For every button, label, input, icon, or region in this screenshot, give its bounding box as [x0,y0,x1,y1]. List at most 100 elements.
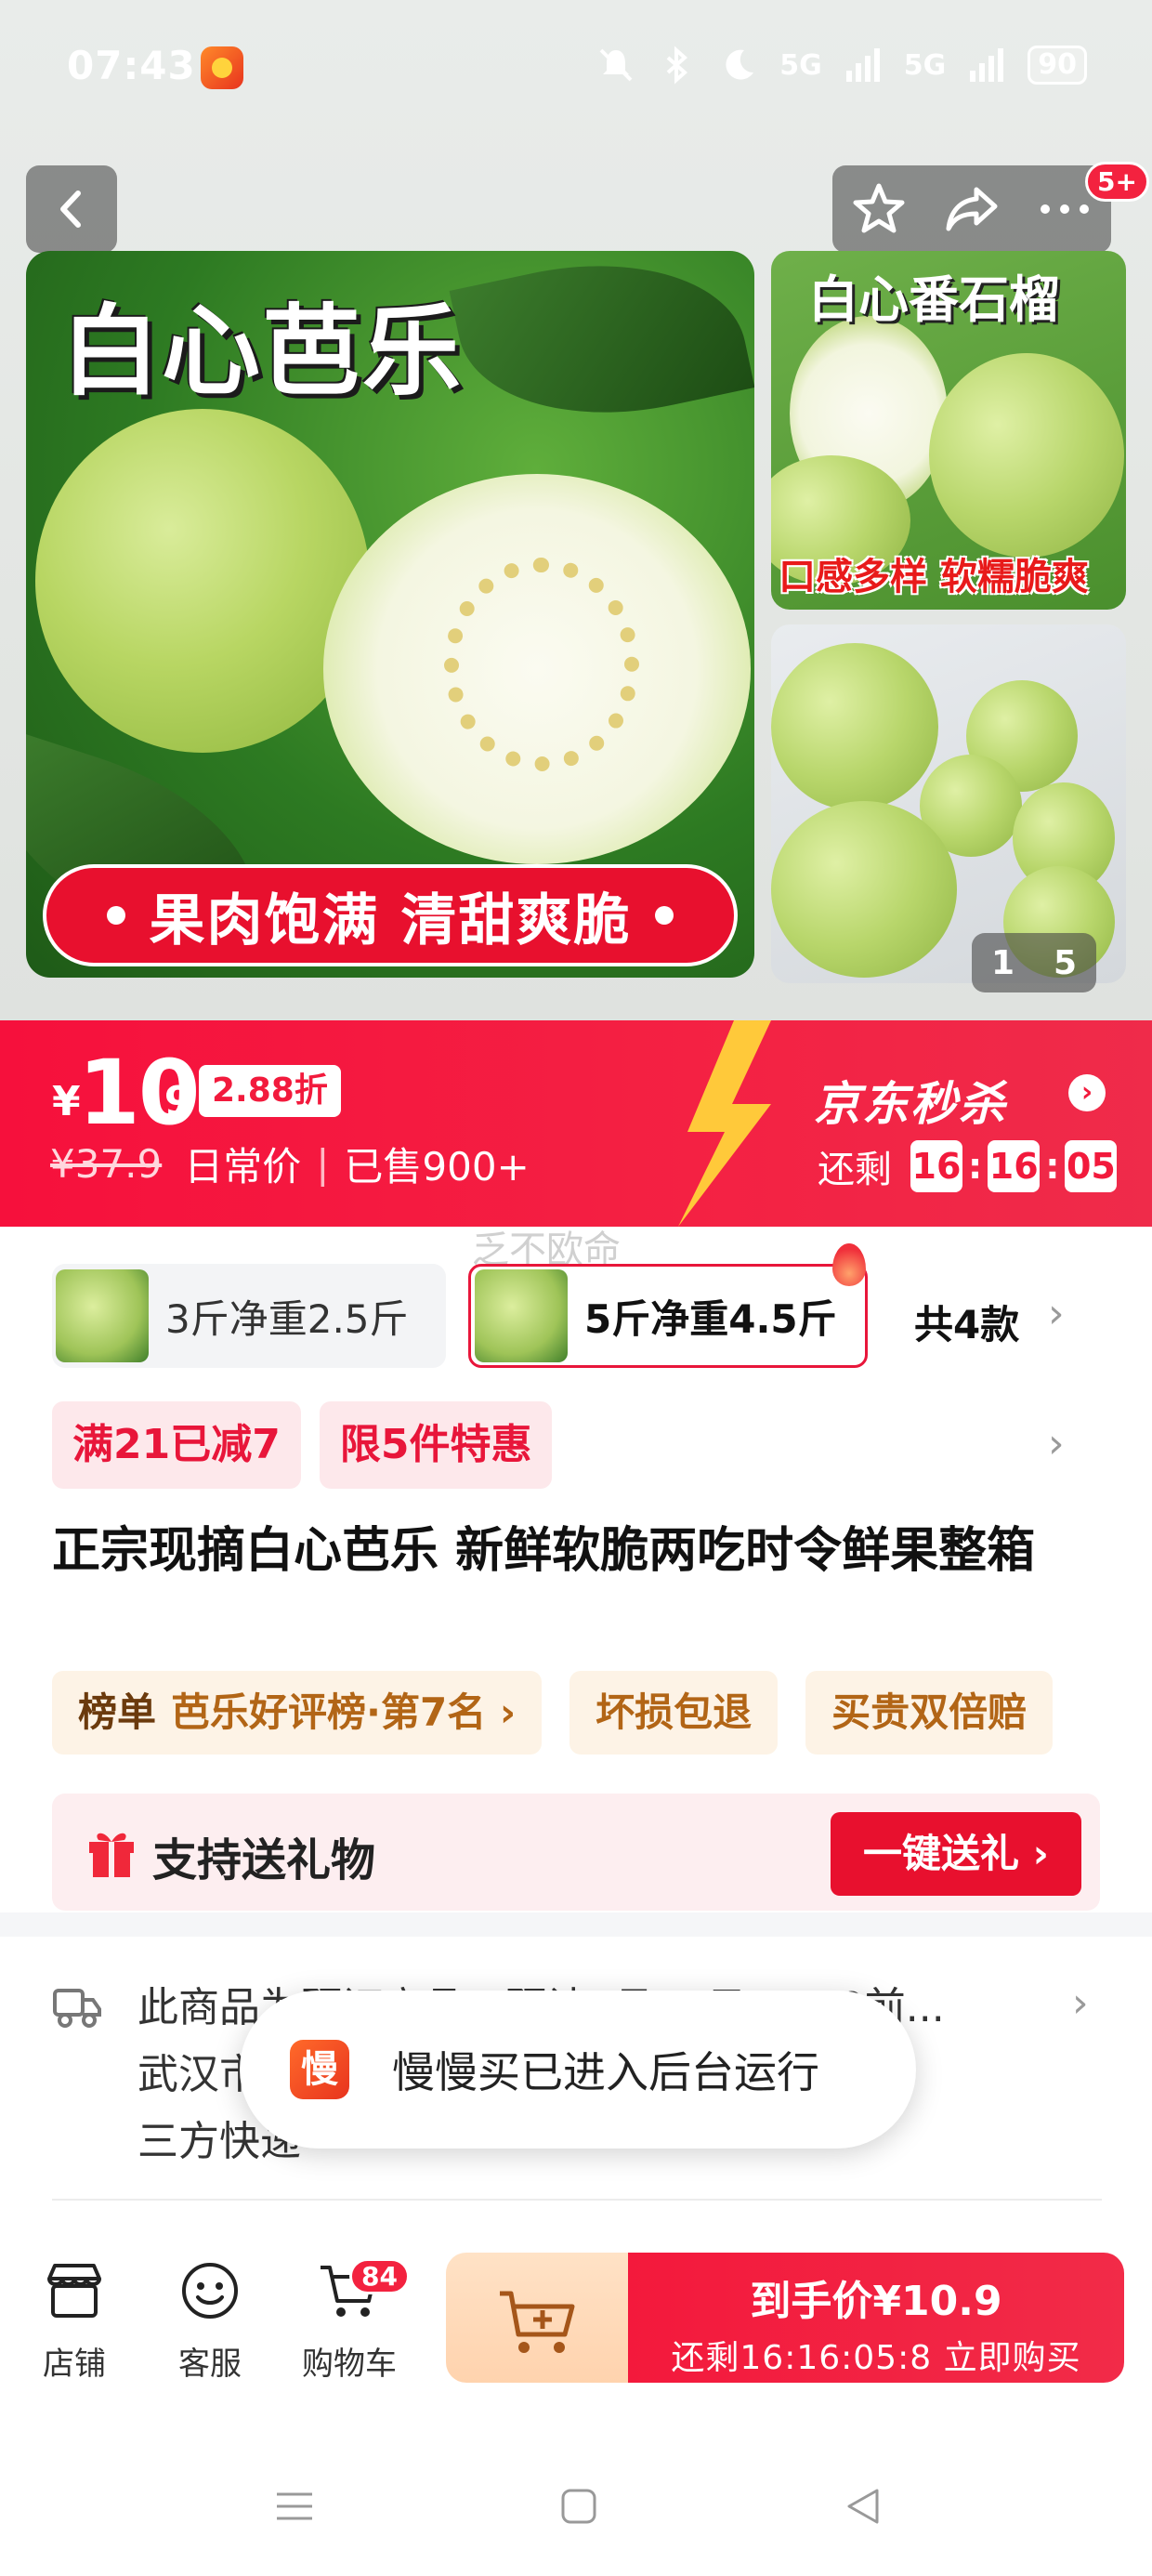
banner-dot [106,906,125,925]
back-button[interactable] [26,165,117,253]
sold-count: 已售900+ [344,1144,530,1189]
main-product-image[interactable]: 白心芭乐 果肉饱满 清甜爽脆 [26,251,754,978]
price-decimal: .9 [149,1078,193,1125]
product-gallery: 07:43 5G 5G 90 5+ 白心芭乐 果肉饱满 清甜爽脆 白心番石榴 口… [0,0,1152,1020]
gift-icon [89,1833,134,1877]
gift-label: 支持送礼物 [152,1834,376,1886]
back-triangle-icon[interactable] [840,2483,886,2530]
moon-icon [726,49,754,80]
guava-whole-image [929,353,1124,558]
battery-indicator: 90 [1028,46,1087,85]
send-gift-label: 一键送礼 [863,1831,1020,1876]
delivery-truck-icon [53,1989,101,2028]
total-styles-link[interactable]: 共4款 [914,1294,1019,1350]
chevron-right-icon[interactable]: › [1048,1290,1065,1337]
service-button[interactable]: 客服 [154,2258,266,2384]
damage-refund-tag[interactable]: 坏损包退 [569,1671,779,1755]
main-image-banner: 果肉饱满 清甜爽脆 [43,864,738,966]
spec-option[interactable]: 3斤净重2.5斤 [52,1264,446,1368]
main-image-title: 白心芭乐 [61,295,463,409]
countdown-minutes: 16 [988,1140,1041,1192]
buy-countdown-label: 还剩16:16:05:8 立即购买 [671,2339,1081,2377]
app-notification-icon [201,46,243,89]
counter-current: 1 [990,943,1015,982]
countdown-hours: 16 [910,1140,962,1192]
guava-image [771,801,957,978]
spec-option-selected[interactable]: 5斤净重4.5斤 [468,1264,868,1368]
price-guarantee-tag[interactable]: 买贵双倍赔 [805,1671,1054,1755]
bluetooth-icon [666,46,688,85]
banner-dot [655,906,674,925]
side-image-1[interactable]: 白心番石榴 口感多样 软糯脆爽 [771,251,1126,610]
side-image-2[interactable] [771,624,1126,983]
section-divider [0,1912,1152,1937]
send-gift-button[interactable]: 一键送礼 › [831,1812,1081,1896]
cart-count-badge: 84 [349,2258,410,2294]
header-actions [832,165,1111,253]
original-price-row: ¥37.9 日常价 | 已售900+ [50,1136,530,1192]
promo-badge: 限5件特惠 [319,1401,553,1489]
price-separator: | [316,1141,330,1187]
promo-row: 满21已减7 限5件特惠 [52,1401,553,1489]
countdown-seconds: 05 [1065,1140,1118,1192]
divider [52,2199,1102,2201]
seckill-title: 京东秒杀 [814,1077,1007,1131]
spec-label: 3斤净重2.5斤 [165,1295,409,1342]
hot-flame-icon [832,1243,866,1286]
star-icon[interactable] [846,177,911,242]
signal-icon-2 [970,48,1004,82]
toast-notification: 慢 慢慢买已进入后台运行 [240,1991,916,2149]
system-navigation-bar [0,2435,1152,2576]
guava-image [771,643,938,810]
countdown-label: 还剩 [818,1149,892,1191]
promo-badge: 满21已减7 [52,1401,301,1489]
guava-whole-image [35,409,370,753]
message-badge: 5+ [1085,162,1149,202]
seckill-panel[interactable]: 京东秒杀 › 还剩 16 : 16 : 05 [799,1020,1152,1227]
signal-icon [845,48,880,82]
spec-thumbnail [56,1269,149,1362]
chevron-right-icon: › [1068,1074,1106,1111]
price-currency: ¥ [52,1078,81,1125]
network-5g-1: 5G [779,48,822,82]
original-price-label: 日常价 [184,1144,302,1189]
buy-now-button[interactable]: 到手价¥10.9 还剩16:16:05:8 立即购买 [628,2253,1124,2383]
network-5g-2: 5G [903,48,947,82]
price-banner: ¥ 10 .9 2.88折 ¥37.9 日常价 | 已售900+ 京东秒杀 › … [0,1020,1152,1227]
chevron-right-icon: › [486,1689,517,1735]
leaf-decor [449,251,754,446]
ranking-text: 芭乐好评榜·第7名 [171,1689,487,1735]
buy-price-label: 到手价¥10.9 [750,2278,1002,2325]
cart-label: 购物车 [302,2346,397,2383]
product-title: 正宗现摘白心芭乐 新鲜软脆两吃时令鲜果整箱 [52,1523,1036,1579]
chevron-right-icon: › [1019,1831,1049,1876]
chevron-right-icon[interactable]: › [1072,1979,1089,2027]
menu-icon[interactable] [271,2483,318,2530]
chevron-right-icon[interactable]: › [1048,1420,1065,1467]
mute-icon [599,48,633,82]
customer-service-icon [182,2263,238,2319]
original-price: ¥37.9 [50,1141,163,1187]
countdown-colon: : [1045,1146,1060,1187]
spec-label: 5斤净重4.5斤 [584,1295,837,1342]
seckill-countdown: 还剩 16 : 16 : 05 [818,1139,1118,1193]
toast-text: 慢慢买已进入后台运行 [392,2047,819,2097]
status-icons: 5G 5G 90 [596,45,1087,85]
add-to-cart-button[interactable] [446,2253,628,2383]
ranking-prefix: 榜单 [78,1689,157,1735]
store-button[interactable]: 店铺 [19,2258,130,2384]
bottom-action-bar: 店铺 客服 购物车 84 到手价¥10.9 还剩16:16:05:8 立即购买 [0,2230,1152,2416]
chevron-left-icon [60,191,81,228]
spec-thumbnail [475,1269,568,1362]
share-icon[interactable] [939,177,1004,242]
store-label: 店铺 [43,2346,106,2383]
ranking-tag[interactable]: 榜单 芭乐好评榜·第7名 › [52,1671,543,1755]
image-counter: 1 5 [972,933,1096,992]
counter-total: 5 [1053,943,1078,982]
side-image-title: 白心番石榴 [808,270,1059,329]
status-time: 07:43 [67,43,196,88]
banner-text: 果肉饱满 清甜爽脆 [149,887,632,953]
service-label: 客服 [178,2346,242,2383]
home-icon[interactable] [556,2483,602,2530]
countdown-colon: : [968,1146,983,1187]
